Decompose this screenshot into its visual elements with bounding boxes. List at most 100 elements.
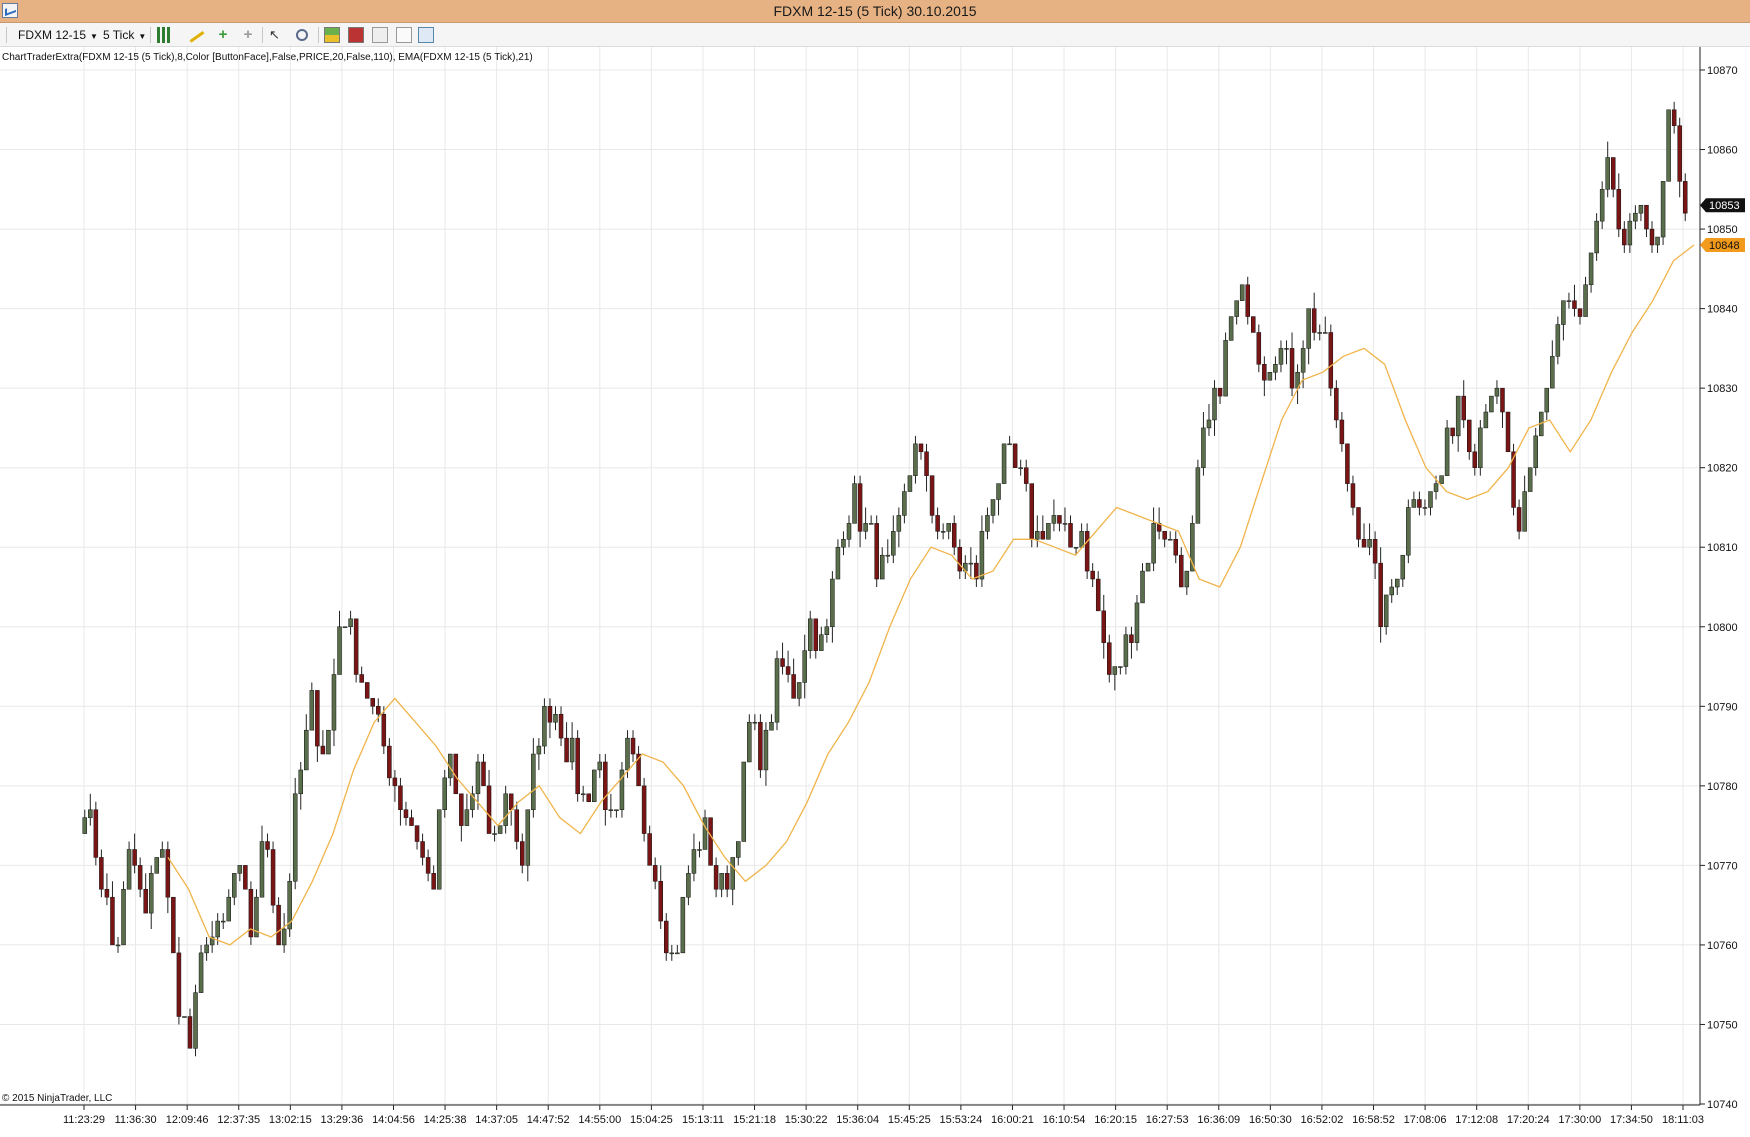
strategy-icon[interactable] xyxy=(396,27,412,43)
candle-body xyxy=(597,761,603,771)
candle-body xyxy=(1605,157,1610,190)
candle-body xyxy=(702,817,708,850)
zoom-icon[interactable] xyxy=(296,29,308,41)
candle-body xyxy=(1483,411,1489,429)
candle-body xyxy=(918,443,924,453)
candle-body xyxy=(137,865,143,890)
candle-body xyxy=(1062,523,1068,525)
candle-body xyxy=(115,944,121,947)
candle-body xyxy=(176,952,182,1017)
remove-indicator-icon[interactable]: + xyxy=(240,27,256,43)
candle-body xyxy=(1162,531,1167,540)
data-box-icon[interactable] xyxy=(348,27,364,43)
candle-body xyxy=(1035,531,1040,540)
x-tick-label: 11:36:30 xyxy=(115,1114,157,1126)
candle-body xyxy=(625,737,630,771)
window-title: FDXM 12-15 (5 Tick) 30.10.2015 xyxy=(773,3,977,19)
candle-body xyxy=(1505,411,1511,453)
candle-body xyxy=(481,761,486,787)
candle-body xyxy=(664,920,669,954)
candle-body xyxy=(575,737,580,795)
candle-body xyxy=(1378,562,1383,628)
candle-body xyxy=(431,873,436,890)
candle-body xyxy=(1079,531,1084,548)
x-tick-label: 15:30:22 xyxy=(785,1114,828,1126)
candle-body xyxy=(1095,578,1101,612)
y-tick-label: 10750 xyxy=(1707,1019,1738,1031)
x-tick-label: 17:20:24 xyxy=(1507,1114,1550,1126)
y-tick-label: 10790 xyxy=(1707,701,1738,713)
last-price-tag-text: 10853 xyxy=(1709,200,1740,212)
candle-body xyxy=(857,483,863,532)
candle-body xyxy=(1311,308,1317,333)
candle-body xyxy=(88,809,93,818)
interval-dropdown[interactable]: 5 Tick ▼ xyxy=(103,27,146,43)
candle-body xyxy=(326,729,331,755)
candle-body xyxy=(1306,308,1311,349)
candle-body xyxy=(747,721,752,763)
layout-icon[interactable] xyxy=(418,27,434,43)
y-tick-label: 10860 xyxy=(1707,145,1738,157)
candle-body xyxy=(1622,228,1627,246)
y-tick-label: 10780 xyxy=(1707,781,1738,793)
x-tick-label: 13:29:36 xyxy=(320,1114,363,1126)
candle-body xyxy=(154,857,160,874)
candle-body xyxy=(226,896,232,922)
candle-body xyxy=(304,729,309,771)
candle-body xyxy=(641,785,647,834)
candle-body xyxy=(1638,204,1644,214)
candle-body xyxy=(614,809,619,811)
pointer-icon[interactable]: ↖ xyxy=(269,27,285,43)
add-indicator-icon[interactable]: + xyxy=(215,27,231,43)
properties-icon[interactable] xyxy=(372,27,388,43)
candle-body xyxy=(1251,316,1256,333)
candle-body xyxy=(187,1016,193,1049)
candle-body xyxy=(1228,316,1234,341)
candle-body xyxy=(885,554,891,557)
candle-body xyxy=(1323,332,1328,334)
x-tick-label: 16:27:53 xyxy=(1146,1114,1189,1126)
candle-body xyxy=(1223,340,1228,397)
candle-body xyxy=(863,523,868,532)
candle-body xyxy=(924,451,929,476)
candle-body xyxy=(1084,531,1090,572)
candle-body xyxy=(1300,348,1306,373)
candle-body xyxy=(1339,419,1345,445)
y-tick-label: 10770 xyxy=(1707,860,1738,872)
draw-tool-icon[interactable] xyxy=(185,25,205,43)
candle-body xyxy=(1195,467,1201,524)
candle-body xyxy=(414,825,420,842)
candle-body xyxy=(1660,181,1666,238)
candle-body xyxy=(1345,443,1350,484)
instrument-dropdown[interactable]: FDXM 12-15 ▼ xyxy=(18,27,98,43)
candle-body xyxy=(891,531,896,556)
candle-body xyxy=(1555,324,1561,357)
candle-body xyxy=(1201,427,1206,468)
candle-body xyxy=(564,737,569,763)
candle-body xyxy=(1018,467,1023,469)
candle-body xyxy=(171,896,176,954)
indicator-label: ChartTraderExtra(FDXM 12-15 (5 Tick),8,C… xyxy=(2,52,533,63)
candle-body xyxy=(1677,125,1682,182)
candle-body xyxy=(1328,332,1334,389)
chevron-down-icon: ▼ xyxy=(90,32,98,41)
x-tick-label: 14:04:56 xyxy=(372,1114,415,1126)
price-chart[interactable]: 10870 10860 10850 10840 10830 10820 10810 10800… xyxy=(0,47,1750,1137)
candle-body xyxy=(1123,634,1129,667)
chart-style-icon[interactable] xyxy=(157,27,173,43)
candle-body xyxy=(525,809,531,866)
candle-body xyxy=(630,737,636,755)
x-tick-label: 17:30:00 xyxy=(1558,1114,1601,1126)
candle-body xyxy=(1566,300,1572,302)
candle-body xyxy=(979,531,985,580)
candle-body xyxy=(1450,427,1455,437)
candle-body xyxy=(957,546,963,572)
y-tick-label: 10740 xyxy=(1707,1099,1738,1111)
plot-background xyxy=(0,47,1700,1137)
candle-body xyxy=(608,809,614,811)
candle-body xyxy=(907,475,913,492)
candle-body xyxy=(1516,507,1522,532)
chart-trader-icon[interactable] xyxy=(324,27,340,43)
toolbar-separator xyxy=(150,27,151,43)
candle-body xyxy=(1428,491,1433,508)
